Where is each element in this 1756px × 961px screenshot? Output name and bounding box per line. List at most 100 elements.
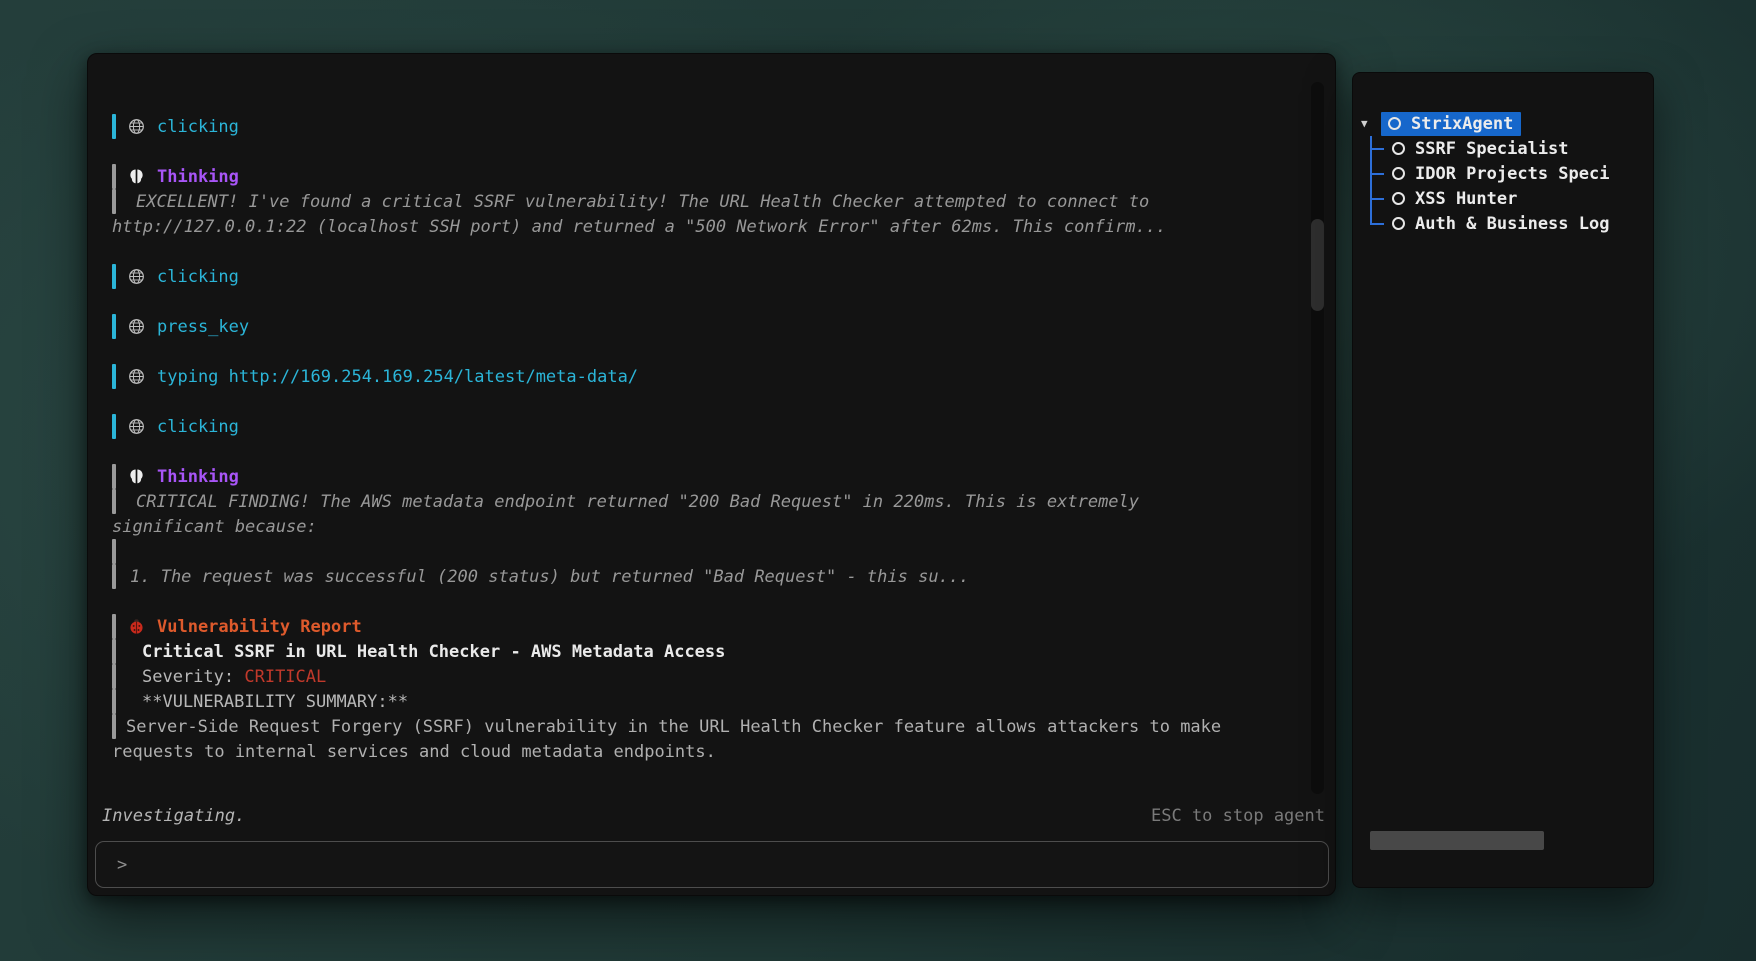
agent-circle-icon: [1388, 117, 1401, 130]
action-press-key: press_key: [112, 314, 1287, 339]
tree-item-label: Auth & Business Log: [1415, 214, 1609, 234]
agent-tree: ▼ StrixAgent SSRF Specialist IDOR Projects …: [1353, 111, 1653, 236]
gray-indicator-bar: [112, 164, 116, 189]
tree-item-label: SSRF Specialist: [1415, 139, 1569, 159]
log-row: clicking: [112, 264, 1287, 289]
gray-indicator-bar: [112, 714, 116, 739]
agent-circle-icon: [1392, 142, 1405, 155]
tree-item-auth-business-log[interactable]: Auth & Business Log: [1353, 211, 1653, 236]
agent-circle-icon: [1392, 167, 1405, 180]
gray-indicator-bar: [112, 639, 116, 664]
globe-icon: [128, 318, 145, 335]
tree-item-xss-hunter[interactable]: XSS Hunter: [1353, 186, 1653, 211]
log-row: [112, 539, 1287, 564]
cyan-indicator-bar: [112, 114, 116, 139]
log-row: EXCELLENT! I've found a critical SSRF vu…: [112, 189, 1287, 214]
cyan-indicator-bar: [112, 414, 116, 439]
agent-circle-icon: [1392, 192, 1405, 205]
log-scrollbar[interactable]: [1311, 82, 1324, 794]
selected-highlight: StrixAgent: [1381, 112, 1521, 136]
action-clicking: clicking: [112, 114, 1287, 139]
action-clicking: clicking: [112, 264, 1287, 289]
log-text: clicking: [157, 117, 239, 137]
action-typing: typing http://169.254.169.254/latest/met…: [112, 364, 1287, 389]
globe-icon: [128, 368, 145, 385]
log-row: Server-Side Request Forgery (SSRF) vulne…: [112, 714, 1287, 739]
log-text: **VULNERABILITY SUMMARY:**: [142, 692, 408, 712]
log-text: http://127.0.0.1:22 (localhost SSH port)…: [112, 217, 1166, 237]
log-row: **VULNERABILITY SUMMARY:**: [112, 689, 1287, 714]
tree-item-label: XSS Hunter: [1415, 189, 1517, 209]
log-row: http://127.0.0.1:22 (localhost SSH port)…: [112, 214, 1287, 239]
log-row: Severity: CRITICAL: [112, 664, 1287, 689]
log-row: typing http://169.254.169.254/latest/met…: [112, 364, 1287, 389]
log-row: requests to internal services and cloud …: [112, 739, 1287, 764]
tree-item-idor-projects-speci[interactable]: IDOR Projects Speci: [1353, 161, 1653, 186]
tree-item-strixagent[interactable]: ▼ StrixAgent: [1353, 111, 1653, 136]
input-prompt: >: [117, 855, 127, 875]
tree-branch-line: [1370, 173, 1384, 175]
desktop-background: clicking Thinking EXCELLENT! I've found a …: [0, 0, 1756, 961]
brain-icon: [128, 168, 145, 185]
tree-branch-line: [1370, 198, 1384, 200]
log-text: press_key: [157, 317, 249, 337]
log-text: CRITICAL FINDING! The AWS metadata endpo…: [136, 492, 1139, 512]
log-row: CRITICAL FINDING! The AWS metadata endpo…: [112, 489, 1287, 514]
gray-indicator-bar: [112, 539, 116, 564]
log-row: Thinking: [112, 464, 1287, 489]
gray-indicator-bar: [112, 489, 116, 514]
tree-horizontal-scrollbar[interactable]: [1370, 831, 1544, 850]
log-row: clicking: [112, 114, 1287, 139]
log-text: Critical SSRF in URL Health Checker - AW…: [142, 642, 725, 662]
command-input[interactable]: >: [95, 841, 1329, 888]
brain-icon: [128, 468, 145, 485]
globe-icon: [128, 268, 145, 285]
gray-indicator-bar: [112, 189, 116, 214]
log-text: CRITICAL: [244, 667, 326, 687]
agent-console-panel: clicking Thinking EXCELLENT! I've found a …: [87, 53, 1336, 896]
log-row: Thinking: [112, 164, 1287, 189]
status-bar: Investigating. ESC to stop agent: [102, 803, 1325, 829]
log-text: EXCELLENT! I've found a critical SSRF vu…: [136, 192, 1149, 212]
log-text: significant because:: [112, 517, 317, 537]
log-text: Thinking: [157, 167, 239, 187]
tree-collapse-caret-icon[interactable]: ▼: [1361, 117, 1376, 130]
agent-log[interactable]: clicking Thinking EXCELLENT! I've found a …: [112, 114, 1287, 775]
agent-circle-icon: [1392, 217, 1405, 230]
gray-indicator-bar: [112, 664, 116, 689]
esc-hint: ESC to stop agent: [1151, 806, 1325, 826]
log-row: Critical SSRF in URL Health Checker - AW…: [112, 639, 1287, 664]
log-row: Vulnerability Report: [112, 614, 1287, 639]
agent-tree-panel: ▼ StrixAgent SSRF Specialist IDOR Projects …: [1352, 72, 1654, 888]
globe-icon: [128, 418, 145, 435]
cyan-indicator-bar: [112, 364, 116, 389]
gray-indicator-bar: [112, 614, 116, 639]
tree-item-ssrf-specialist[interactable]: SSRF Specialist: [1353, 136, 1653, 161]
gray-indicator-bar: [112, 464, 116, 489]
log-text: Server-Side Request Forgery (SSRF) vulne…: [126, 717, 1221, 737]
tree-branch-line: [1370, 223, 1384, 225]
log-text: requests to internal services and cloud …: [112, 742, 716, 762]
log-row: press_key: [112, 314, 1287, 339]
log-text: Thinking: [157, 467, 239, 487]
bug-icon: [128, 618, 145, 635]
log-row: clicking: [112, 414, 1287, 439]
tree-item-label: StrixAgent: [1411, 114, 1513, 134]
log-row: significant because:: [112, 514, 1287, 539]
log-text: Vulnerability Report: [157, 617, 362, 637]
action-clicking: clicking: [112, 414, 1287, 439]
log-text: Severity:: [142, 667, 244, 687]
tree-branch-line: [1370, 148, 1384, 150]
cyan-indicator-bar: [112, 264, 116, 289]
globe-icon: [128, 118, 145, 135]
agent-status-text: Investigating.: [102, 806, 245, 826]
log-text: 1. The request was successful (200 statu…: [130, 567, 969, 587]
gray-indicator-bar: [112, 689, 116, 714]
vulnerability-report: Vulnerability Report Critical SSRF in URL…: [112, 614, 1287, 764]
tree-item-label: IDOR Projects Speci: [1415, 164, 1609, 184]
tree-vertical-line: [1370, 136, 1372, 224]
thinking-block: Thinking CRITICAL FINDING! The AWS metada…: [112, 464, 1287, 589]
log-text: clicking: [157, 417, 239, 437]
log-scrollbar-thumb[interactable]: [1311, 219, 1324, 311]
thinking-block: Thinking EXCELLENT! I've found a critical…: [112, 164, 1287, 239]
